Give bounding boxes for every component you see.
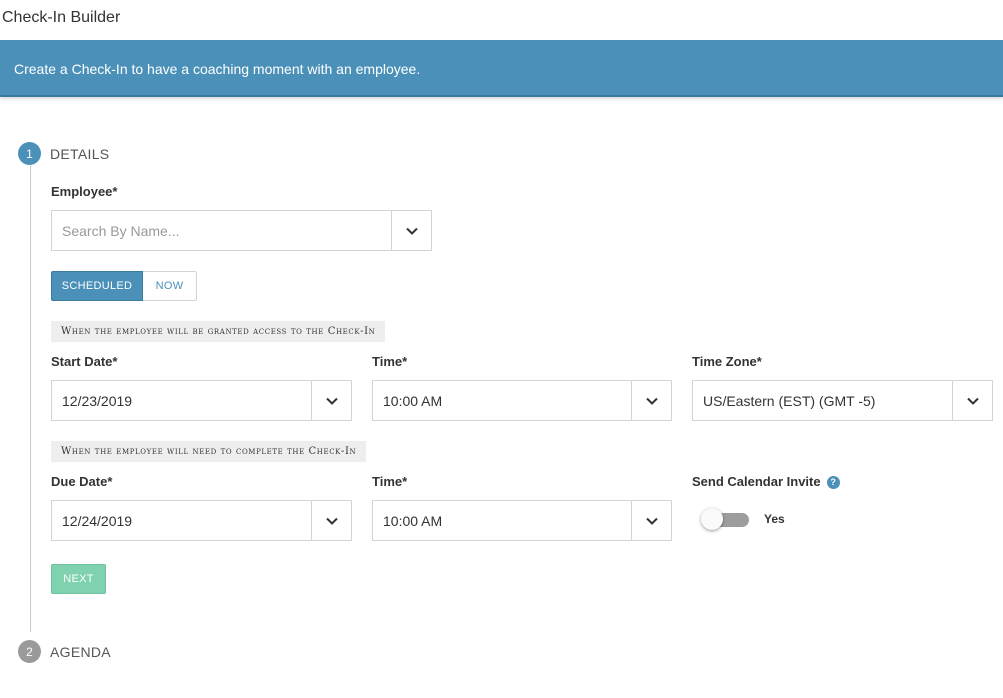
due-date-value: 12/24/2019 — [62, 513, 133, 529]
step-label: AGENDA — [50, 643, 111, 660]
employee-label: Employee* — [51, 184, 118, 199]
start-date-select[interactable]: 12/23/2019 — [51, 380, 352, 421]
chevron-down-icon — [645, 517, 658, 525]
step-agenda[interactable]: 2 AGENDA — [18, 640, 111, 663]
chevron-down-icon — [966, 397, 979, 405]
chevron-down-icon — [405, 227, 418, 235]
calendar-invite-toggle-label: Yes — [764, 512, 785, 526]
employee-select[interactable] — [51, 210, 432, 251]
time-zone-value: US/Eastern (EST) (GMT -5) — [703, 393, 876, 409]
start-date-dropdown-toggle[interactable] — [311, 381, 351, 420]
due-date-dropdown-toggle[interactable] — [311, 501, 351, 540]
page-header: Check-In Builder — [0, 0, 1003, 40]
start-time-label: Time* — [372, 354, 408, 369]
info-banner: Create a Check-In to have a coaching mom… — [0, 40, 1003, 97]
time-zone-select[interactable]: US/Eastern (EST) (GMT -5) — [692, 380, 993, 421]
time-zone-dropdown-toggle[interactable] — [952, 381, 992, 420]
step-details[interactable]: 1 DETAILS — [18, 142, 109, 165]
schedule-mode-toggle: SCHEDULED NOW — [51, 271, 197, 301]
due-time-label: Time* — [372, 474, 408, 489]
start-time-dropdown-toggle[interactable] — [631, 381, 671, 420]
chevron-down-icon — [325, 517, 338, 525]
toggle-knob — [701, 508, 723, 530]
access-section-label: When the employee will be granted access… — [51, 321, 386, 342]
chevron-down-icon — [325, 397, 338, 405]
start-time-value: 10:00 AM — [383, 393, 443, 409]
due-time-select[interactable]: 10:00 AM — [372, 500, 672, 541]
calendar-invite-label: Send Calendar Invite? — [692, 474, 840, 489]
start-date-label: Start Date* — [51, 354, 118, 369]
due-date-label: Due Date* — [51, 474, 113, 489]
due-date-select[interactable]: 12/24/2019 — [51, 500, 352, 541]
employee-search-input[interactable] — [52, 211, 392, 250]
due-time-dropdown-toggle[interactable] — [631, 501, 671, 540]
start-date-value: 12/23/2019 — [62, 393, 133, 409]
scheduled-button[interactable]: SCHEDULED — [51, 271, 143, 301]
employee-dropdown-toggle[interactable] — [391, 211, 431, 250]
step-connector-line — [30, 166, 31, 632]
help-icon[interactable]: ? — [826, 476, 840, 489]
calendar-invite-label-text: Send Calendar Invite — [692, 474, 821, 489]
calendar-invite-toggle[interactable] — [701, 508, 749, 530]
complete-section-label: When the employee will need to complete … — [51, 441, 367, 462]
time-zone-label: Time Zone* — [692, 354, 762, 369]
now-button[interactable]: NOW — [143, 271, 197, 301]
due-time-value: 10:00 AM — [383, 513, 443, 529]
page-title: Check-In Builder — [2, 9, 121, 26]
chevron-down-icon — [645, 397, 658, 405]
step-label: DETAILS — [50, 145, 110, 162]
banner-text: Create a Check-In to have a coaching mom… — [14, 61, 421, 77]
next-button[interactable]: NEXT — [51, 564, 106, 594]
step-number: 2 — [18, 640, 41, 663]
step-number: 1 — [18, 142, 41, 165]
start-time-select[interactable]: 10:00 AM — [372, 380, 672, 421]
